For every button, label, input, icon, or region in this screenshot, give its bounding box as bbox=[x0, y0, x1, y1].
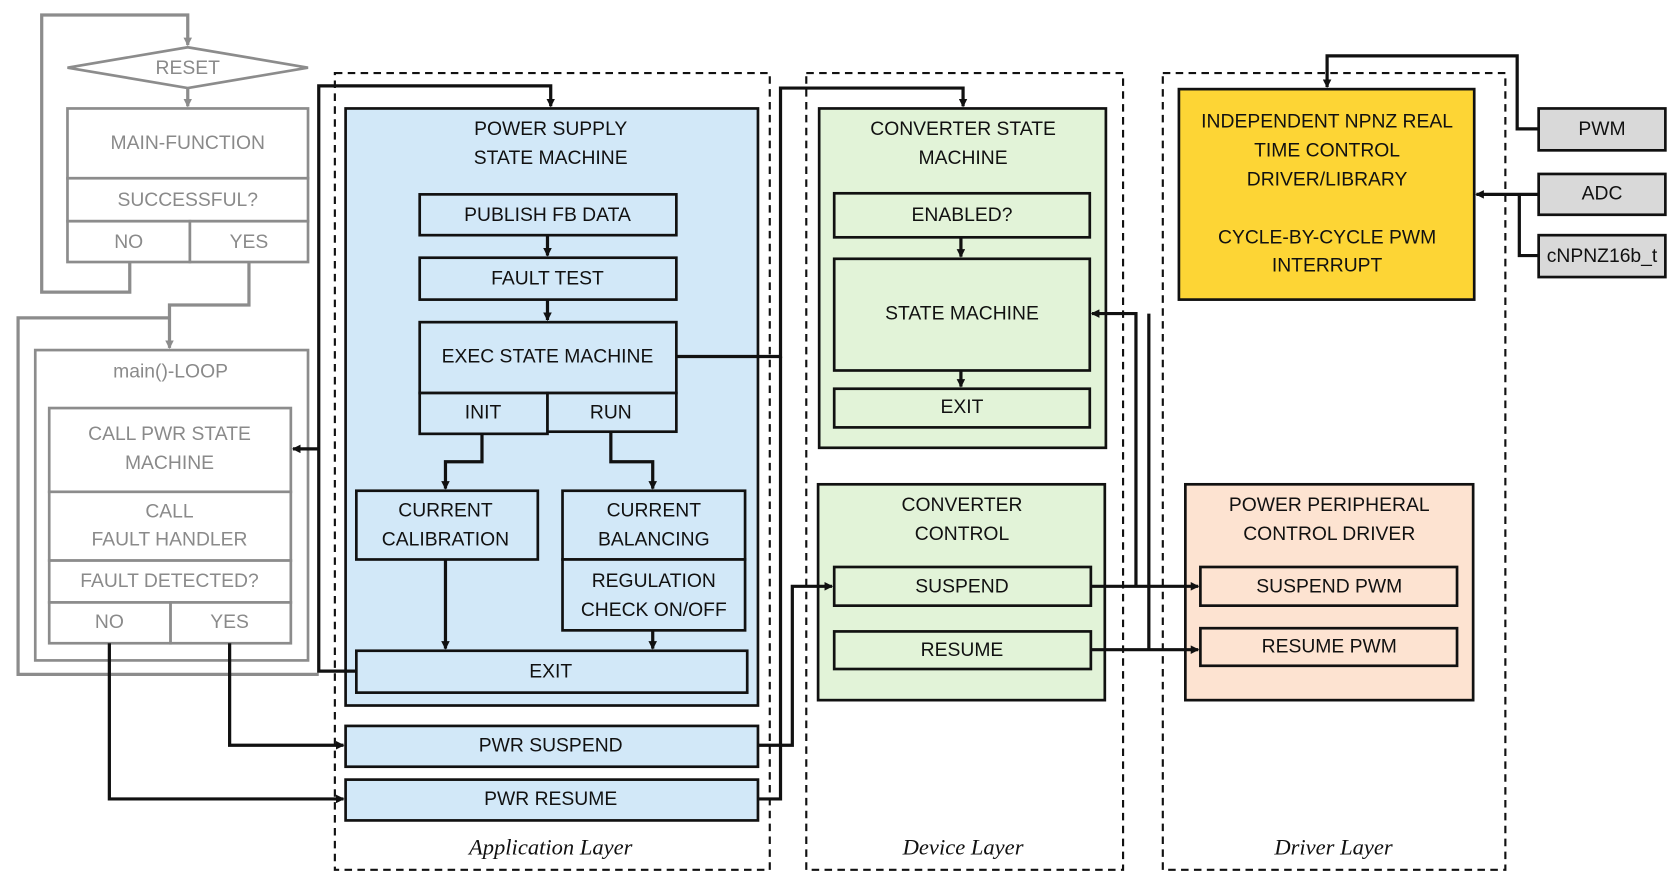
fault-detected-label: FAULT DETECTED? bbox=[80, 571, 259, 592]
psm-title: STATE MACHINE bbox=[474, 148, 628, 169]
pwr-suspend-label: PWR SUSPEND bbox=[479, 735, 623, 756]
suspend-label: SUSPEND bbox=[915, 577, 1008, 598]
ppc-title: CONTROL DRIVER bbox=[1243, 524, 1415, 545]
pwr-resume-label: PWR RESUME bbox=[484, 789, 617, 810]
npnz-label: INDEPENDENT NPNZ REAL bbox=[1201, 112, 1453, 133]
main-loop-title: main()-LOOP bbox=[113, 362, 228, 383]
fault-test-label: FAULT TEST bbox=[491, 268, 604, 289]
regulation-label: CHECK ON/OFF bbox=[581, 600, 727, 621]
enabled-label: ENABLED? bbox=[912, 205, 1013, 226]
csm-exit-label: EXIT bbox=[941, 397, 984, 418]
cc-title: CONTROL bbox=[915, 524, 1010, 545]
csm-title: CONVERTER STATE bbox=[870, 119, 1056, 140]
pwm-label: PWM bbox=[1578, 119, 1625, 140]
psm-title: POWER SUPPLY bbox=[474, 119, 627, 140]
cnpnz-label: cNPNZ16b_t bbox=[1547, 246, 1658, 267]
npnz-label: INTERRUPT bbox=[1272, 255, 1383, 276]
yes-connector bbox=[165, 262, 251, 350]
no-label: NO bbox=[114, 232, 143, 253]
call-fault-label: FAULT HANDLER bbox=[91, 529, 247, 550]
resume-label: RESUME bbox=[921, 640, 1004, 661]
init-label: INIT bbox=[465, 403, 502, 424]
device-layer-label: Device Layer bbox=[902, 835, 1024, 860]
fault-no-label: NO bbox=[95, 612, 124, 633]
balancing-label: BALANCING bbox=[598, 529, 710, 550]
yes-label: YES bbox=[230, 232, 269, 253]
csm-title: MACHINE bbox=[919, 148, 1008, 169]
suspend-pwm-label: SUSPEND PWM bbox=[1256, 577, 1402, 598]
npnz-label: DRIVER/LIBRARY bbox=[1247, 170, 1408, 191]
publish-label: PUBLISH FB DATA bbox=[464, 205, 631, 226]
firmware-architecture-diagram: RESET MAIN-FUNCTION SUCCESSFUL? NO YES m… bbox=[16, 13, 1667, 871]
startup-flow: RESET MAIN-FUNCTION SUCCESSFUL? NO YES m… bbox=[16, 13, 319, 676]
call-fault-label: CALL bbox=[145, 501, 194, 522]
psm-exit-label: EXIT bbox=[529, 661, 572, 682]
application-layer-label: Application Layer bbox=[467, 835, 633, 860]
call-pwr-box bbox=[47, 406, 293, 494]
run-label: RUN bbox=[590, 403, 632, 424]
calibration-label: CURRENT bbox=[398, 500, 493, 521]
call-pwr-label: CALL PWR STATE bbox=[88, 424, 251, 445]
npnz-label: CYCLE-BY-CYCLE PWM bbox=[1218, 228, 1436, 249]
calibration-label: CALIBRATION bbox=[382, 529, 509, 550]
regulation-label: REGULATION bbox=[592, 571, 716, 592]
state-machine-label: STATE MACHINE bbox=[885, 304, 1039, 325]
driver-layer-label: Driver Layer bbox=[1273, 835, 1393, 860]
npnz-label: TIME CONTROL bbox=[1254, 141, 1400, 162]
reset-label: RESET bbox=[156, 58, 221, 79]
adc-label: ADC bbox=[1582, 183, 1623, 204]
cc-title: CONVERTER bbox=[902, 495, 1023, 516]
successful-label: SUCCESSFUL? bbox=[117, 190, 258, 211]
balancing-label: CURRENT bbox=[607, 500, 702, 521]
ppc-title: POWER PERIPHERAL bbox=[1229, 495, 1430, 516]
main-function-label: MAIN-FUNCTION bbox=[111, 133, 265, 154]
exec-label: EXEC STATE MACHINE bbox=[442, 347, 654, 368]
call-pwr-label: MACHINE bbox=[125, 453, 214, 474]
fault-yes-label: YES bbox=[210, 612, 249, 633]
resume-pwm-label: RESUME PWM bbox=[1262, 637, 1397, 658]
